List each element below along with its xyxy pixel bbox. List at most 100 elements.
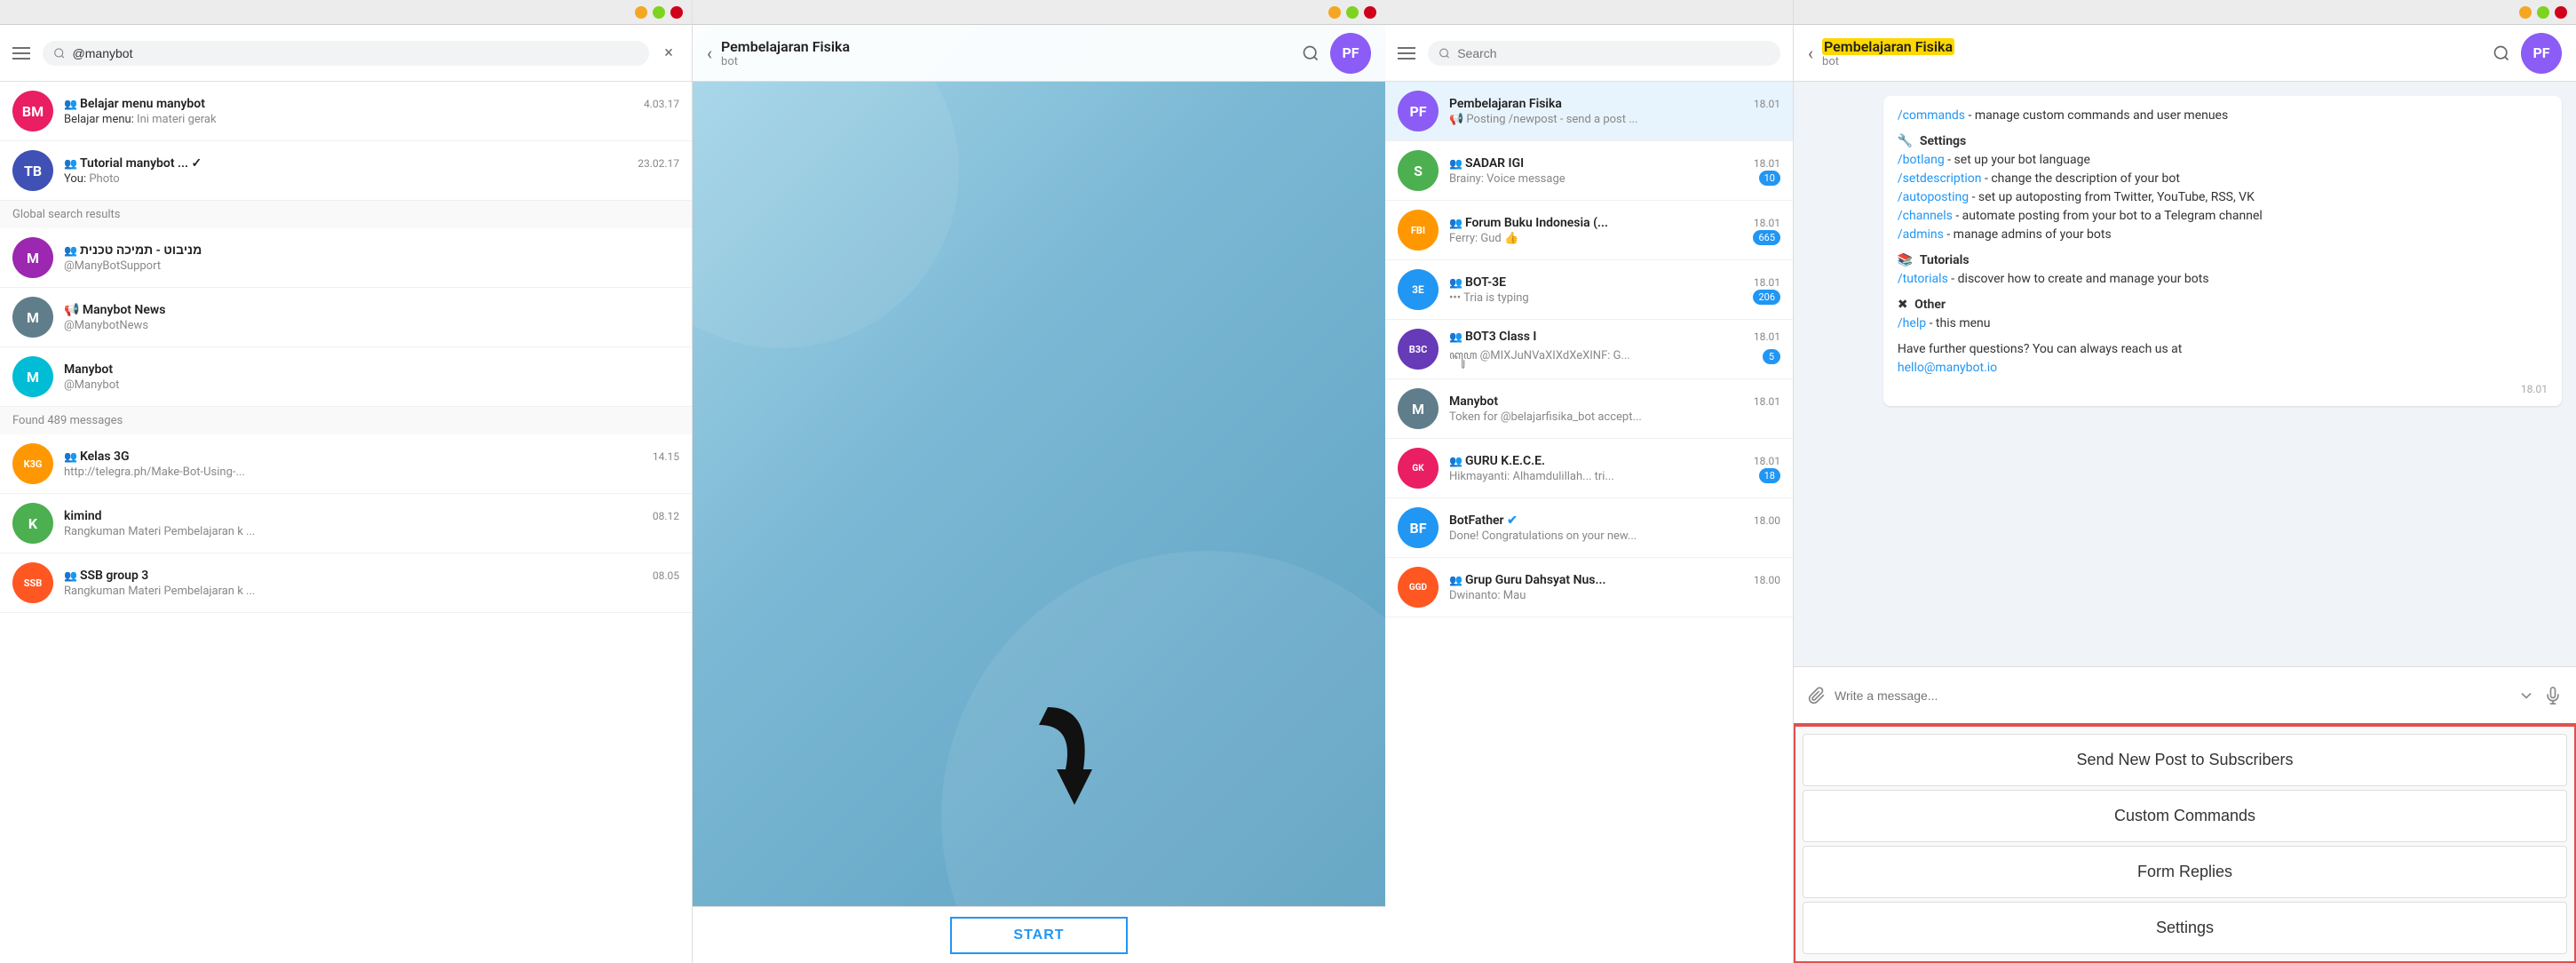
list-item[interactable]: K3G 👥Kelas 3G 14.15 http://telegra.ph/Ma… <box>0 434 692 494</box>
chat-info: Pembelajaran Fisika 18.01 📢 Posting /new… <box>1449 97 1780 126</box>
group-icon: 👥 <box>64 157 77 170</box>
message-input[interactable] <box>1835 688 2509 703</box>
minimize-btn-main[interactable] <box>1328 6 1341 19</box>
maximize-btn-left[interactable] <box>653 6 665 19</box>
settings-button[interactable]: Settings <box>1803 902 2567 954</box>
list-item[interactable]: BF BotFather ✔ 18.00 Done! Congratulatio… <box>1385 498 1793 558</box>
chat-name: Manybot <box>1449 394 1498 409</box>
msg-line: Have further questions? You can always r… <box>1898 340 2548 359</box>
attachment-icon[interactable] <box>1808 687 1826 704</box>
group-icon: 👥 <box>64 98 77 110</box>
chevron-down-icon[interactable] <box>2517 687 2535 704</box>
email-link[interactable]: hello@manybot.io <box>1898 361 1997 375</box>
list-item[interactable]: M 👥מניבוט - תמיכה טכנית @ManyBotSupport <box>0 228 692 288</box>
setdescription-link[interactable]: /setdescription <box>1898 171 1982 186</box>
avatar: BM <box>12 91 53 131</box>
chat-preview: http://telegra.ph/Make-Bot-Using-... <box>64 466 679 479</box>
search-input-right[interactable] <box>1457 46 1770 60</box>
group-icon: 👥 <box>64 450 77 463</box>
chat-name-row: 👥BOT-3E 18.01 <box>1449 275 1780 290</box>
tutorials-link[interactable]: /tutorials <box>1898 272 1948 286</box>
msg-line: ✖ Other <box>1898 296 2548 314</box>
right-input-bar <box>1794 666 2576 723</box>
chat-name: 👥Grup Guru Dahsyat Nus... <box>1449 573 1605 587</box>
avatar: BF <box>1398 507 1439 548</box>
found-messages-label: Found 489 messages <box>0 407 692 434</box>
admins-link[interactable]: /admins <box>1898 227 1944 242</box>
group-icon: 👥 <box>1449 157 1462 170</box>
help-link[interactable]: /help <box>1898 316 1926 330</box>
commands-link[interactable]: /commands <box>1898 108 1965 123</box>
right-chat-list-scroll: PF Pembelajaran Fisika 18.01 📢 Posting /… <box>1385 82 1793 963</box>
list-item[interactable]: K kimind 08.12 Rangkuman Materi Pembelaj… <box>0 494 692 553</box>
chat-time: 4.03.17 <box>644 98 679 110</box>
msg-line: /autoposting - set up autoposting from T… <box>1898 188 2548 207</box>
list-item[interactable]: B3C 👥BOT3 Class I 18.01 ꦏꦸꦲ @MIXJuNVaXIX… <box>1385 320 1793 379</box>
header-info: Pembelajaran Fisika bot <box>721 38 1293 68</box>
chat-preview: Brainy: Voice message <box>1449 172 1565 186</box>
form-replies-button[interactable]: Form Replies <box>1803 846 2567 898</box>
search-box-left[interactable] <box>43 41 649 66</box>
start-button[interactable]: START <box>950 917 1128 954</box>
right-chat-body: /commands - manage custom commands and u… <box>1794 82 2576 666</box>
chat-name-row: BotFather ✔ 18.00 <box>1449 513 1780 528</box>
search-box-right[interactable] <box>1428 41 1780 66</box>
close-btn-main[interactable] <box>1364 6 1376 19</box>
search-icon-right-header[interactable] <box>2493 44 2510 62</box>
list-item[interactable]: S 👥SADAR IGI 18.01 Brainy: Voice message… <box>1385 141 1793 201</box>
search-icon-header[interactable] <box>1302 44 1320 62</box>
list-item[interactable]: 3E 👥BOT-3E 18.01 ••• Tria is typing 206 <box>1385 260 1793 320</box>
list-item[interactable]: TB 👥Tutorial manybot ... ✓ 23.02.17 You:… <box>0 141 692 201</box>
list-item[interactable]: M Manybot @Manybot <box>0 347 692 407</box>
menu-line <box>12 47 30 49</box>
list-item[interactable]: M 📢 Manybot News @ManybotNews <box>0 288 692 347</box>
header-info-right: Pembelajaran Fisika bot <box>1822 38 2484 68</box>
search-input-left[interactable] <box>73 46 638 60</box>
autoposting-link[interactable]: /autoposting <box>1898 190 1969 204</box>
preview-sender: You: <box>64 172 86 186</box>
group-icon: 👥 <box>64 569 77 582</box>
avatar: 3E <box>1398 269 1439 310</box>
channels-link[interactable]: /channels <box>1898 209 1953 223</box>
right-section: PF Pembelajaran Fisika 18.01 📢 Posting /… <box>1385 0 2576 963</box>
chat-info: 👥SADAR IGI 18.01 Brainy: Voice message 1… <box>1449 156 1780 186</box>
custom-commands-button[interactable]: Custom Commands <box>1803 790 2567 842</box>
send-new-post-button[interactable]: Send New Post to Subscribers <box>1803 734 2567 786</box>
maximize-btn-right[interactable] <box>2537 6 2549 19</box>
chat-info: 👥BOT-3E 18.01 ••• Tria is typing 206 <box>1449 275 1780 305</box>
maximize-btn-main[interactable] <box>1346 6 1359 19</box>
list-item[interactable]: GGD 👥Grup Guru Dahsyat Nus... 18.00 Dwin… <box>1385 558 1793 617</box>
chat-name: 👥Belajar menu manybot <box>64 97 205 111</box>
highlighted-name: Pembelajaran Fisika <box>1822 38 1954 55</box>
title-bar-main-left <box>693 0 1385 25</box>
bot-buttons-wrapper: Send New Post to Subscribers Custom Comm… <box>1794 723 2576 963</box>
list-item[interactable]: PF Pembelajaran Fisika 18.01 📢 Posting /… <box>1385 82 1793 141</box>
chat-name-row: 👥GURU K.E.C.E. 18.01 <box>1449 454 1780 468</box>
microphone-icon[interactable] <box>2544 687 2562 704</box>
chat-time: 18.00 <box>1754 574 1780 586</box>
back-button-right[interactable]: ‹ <box>1808 43 1813 64</box>
chat-name-row: kimind 08.12 <box>64 509 679 523</box>
list-item[interactable]: BM 👥Belajar menu manybot 4.03.17 Belajar… <box>0 82 692 141</box>
pf-avatar-right: PF <box>2521 33 2562 74</box>
msg-line: /botlang - set up your bot language <box>1898 151 2548 170</box>
list-item[interactable]: SSB 👥SSB group 3 08.05 Rangkuman Materi … <box>0 553 692 613</box>
close-btn-left[interactable] <box>670 6 683 19</box>
back-button[interactable]: ‹ <box>707 43 712 64</box>
list-item[interactable]: GK 👥GURU K.E.C.E. 18.01 Hikmayanti: Alha… <box>1385 439 1793 498</box>
minimize-btn-right[interactable] <box>2519 6 2532 19</box>
chat-preview-row: Ferry: Gud 👍 665 <box>1449 230 1780 245</box>
chat-time: 18.01 <box>1754 395 1780 408</box>
list-item[interactable]: M Manybot 18.01 Token for @belajarfisika… <box>1385 379 1793 439</box>
close-search-btn[interactable]: × <box>658 43 679 64</box>
minimize-btn-left[interactable] <box>635 6 647 19</box>
chat-name: 👥Kelas 3G <box>64 450 130 464</box>
chat-time: 18.01 <box>1754 98 1780 110</box>
menu-icon-right[interactable] <box>1398 43 1419 64</box>
list-item[interactable]: FBI 👥Forum Buku Indonesia (... 18.01 Fer… <box>1385 201 1793 260</box>
chat-info: BotFather ✔ 18.00 Done! Congratulations … <box>1449 513 1780 543</box>
botlang-link[interactable]: /botlang <box>1898 153 1945 167</box>
close-btn-right[interactable] <box>2555 6 2567 19</box>
menu-icon[interactable] <box>12 43 34 64</box>
chat-name-row: Manybot 18.01 <box>1449 394 1780 409</box>
